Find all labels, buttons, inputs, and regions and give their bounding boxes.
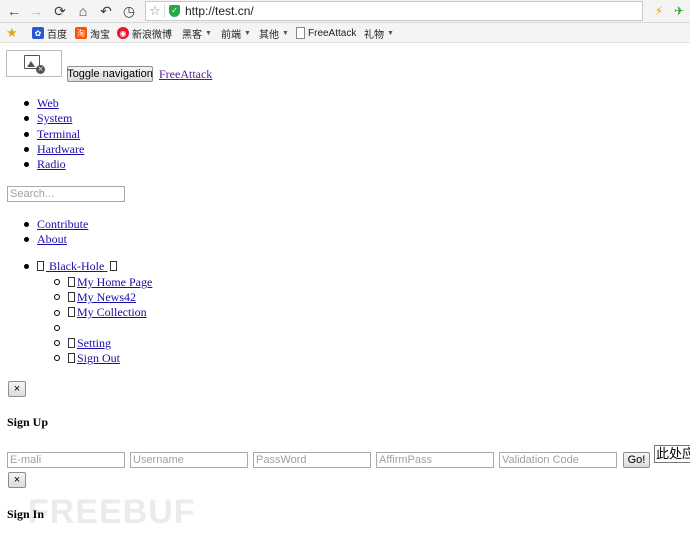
weibo-icon: ◉: [117, 27, 129, 39]
go-button[interactable]: Go!: [623, 452, 650, 468]
list-circle: [54, 279, 60, 285]
list-bullet: [24, 101, 29, 106]
search-input[interactable]: Search...: [7, 186, 125, 202]
list-bullet: [24, 237, 29, 242]
bookmark-label: 其他: [259, 29, 279, 41]
list-circle: [54, 340, 60, 346]
bookmark-folder-other[interactable]: 其他 ▼: [259, 26, 289, 41]
history-clock-icon[interactable]: ◷: [119, 1, 139, 21]
chevron-down-icon: ▼: [387, 29, 394, 37]
lightning-icon[interactable]: ⚡: [650, 2, 668, 20]
extension-icon[interactable]: ✈: [670, 2, 688, 20]
bookmark-label: 新浪微博: [132, 29, 172, 41]
nav-link-radio[interactable]: Radio: [37, 157, 66, 172]
chevron-down-icon: ▼: [244, 29, 251, 37]
bookmark-folder-gift[interactable]: 礼物 ▼: [364, 26, 394, 41]
secure-shield-icon: ✓: [169, 5, 180, 17]
list-bullet: [24, 132, 29, 137]
nav-link-hardware[interactable]: Hardware: [37, 142, 84, 157]
broken-logo-image[interactable]: ×: [6, 50, 62, 77]
bookmarks-bar: ★ ✿ 百度 淘 淘宝 ◉ 新浪微博 黑客 ▼ 前端 ▼ 其他 ▼ FreeAt…: [0, 23, 690, 43]
menu-item-label: My Home Page: [77, 275, 153, 289]
validation-code-field[interactable]: Validation Code: [499, 452, 617, 468]
menu-item-sign-out[interactable]: Sign Out: [68, 351, 120, 366]
star-icon: [68, 307, 75, 317]
forward-arrow-icon[interactable]: →: [26, 1, 46, 21]
error-badge-icon: ×: [36, 65, 45, 74]
bookmark-label: 礼物: [364, 29, 384, 41]
signin-title: Sign In: [7, 507, 45, 521]
undo-icon[interactable]: ↶: [96, 1, 116, 21]
list-bullet: [24, 147, 29, 152]
home-icon[interactable]: ⌂: [73, 1, 93, 21]
username-field[interactable]: Username: [130, 452, 248, 468]
list-circle: [54, 294, 60, 300]
page-icon: [296, 27, 305, 39]
menu-item-home-page[interactable]: My Home Page: [68, 275, 152, 290]
menu-divider: [54, 325, 60, 331]
password-field[interactable]: PassWord: [253, 452, 371, 468]
reload-icon[interactable]: ⟳: [50, 1, 70, 21]
browser-nav-bar: ← → ⟳ ⌂ ↶ ◷ ☆ ✓ http://test.cn/ ⚡ ✈: [0, 0, 690, 23]
list-bullet: [24, 162, 29, 167]
affirm-password-field[interactable]: AffirmPass: [376, 452, 494, 468]
user-icon: [37, 261, 44, 271]
menu-item-label: My Collection: [77, 305, 147, 319]
baidu-paw-icon: ✿: [32, 27, 44, 39]
chevron-down-icon: ▼: [205, 29, 212, 37]
about-link[interactable]: About: [37, 232, 67, 247]
contribute-link[interactable]: Contribute: [37, 217, 88, 232]
bookmark-label: 淘宝: [90, 29, 110, 41]
close-signin-button[interactable]: ×: [8, 472, 26, 488]
back-arrow-icon[interactable]: ←: [4, 1, 24, 21]
bookmark-baidu[interactable]: ✿ 百度: [32, 26, 67, 41]
menu-item-label: Setting: [77, 336, 112, 350]
url-text[interactable]: http://test.cn/: [185, 4, 254, 18]
bookmark-freeattack[interactable]: FreeAttack: [296, 26, 356, 40]
signup-title: Sign Up: [7, 415, 49, 429]
list-circle: [54, 355, 60, 361]
list-bullet: [24, 116, 29, 121]
email-field[interactable]: E-mali: [7, 452, 125, 468]
bookmark-weibo[interactable]: ◉ 新浪微博: [117, 26, 172, 41]
nav-link-system[interactable]: System: [37, 111, 72, 126]
bookmark-folder-frontend[interactable]: 前端 ▼: [221, 26, 251, 41]
sign-out-icon: [68, 353, 75, 363]
watermark: FREEBUF: [28, 493, 196, 531]
user-menu-label: Black-Hole: [49, 259, 105, 273]
menu-item-setting[interactable]: Setting: [68, 336, 111, 351]
home-icon: [68, 277, 75, 287]
list-circle: [54, 310, 60, 316]
user-menu-toggle[interactable]: Black-Hole: [37, 259, 119, 274]
bookmark-star-icon[interactable]: ☆: [146, 3, 164, 19]
address-bar[interactable]: ☆ ✓ http://test.cn/: [145, 1, 643, 21]
taobao-icon: 淘: [75, 27, 87, 39]
bookmark-label: 百度: [47, 29, 67, 41]
chevron-down-icon: ▼: [282, 29, 289, 37]
validation-image-placeholder: 此处应: [654, 445, 690, 463]
menu-item-collection[interactable]: My Collection: [68, 305, 147, 320]
list-bullet: [24, 222, 29, 227]
bookmark-label: 前端: [221, 29, 241, 41]
bookmark-taobao[interactable]: 淘 淘宝: [75, 26, 110, 41]
list-bullet: [24, 264, 29, 269]
caret-icon: [110, 261, 118, 271]
gear-icon: [68, 338, 75, 348]
bookmark-label: FreeAttack: [308, 27, 357, 39]
nav-link-terminal[interactable]: Terminal: [37, 127, 80, 142]
nav-link-web[interactable]: Web: [37, 96, 59, 111]
bookmark-folder-hacker[interactable]: 黑客 ▼: [182, 26, 212, 41]
menu-item-news[interactable]: My News42: [68, 290, 136, 305]
brand-link[interactable]: FreeAttack: [159, 67, 212, 82]
news-icon: [68, 292, 75, 302]
address-divider: [164, 4, 165, 18]
menu-item-label: Sign Out: [77, 351, 121, 365]
bookmark-label: 黑客: [182, 29, 202, 41]
close-signup-button[interactable]: ×: [8, 381, 26, 397]
toggle-navigation-button[interactable]: Toggle navigation: [67, 66, 153, 82]
favorites-star-icon[interactable]: ★: [6, 25, 18, 41]
menu-item-label: My News42: [77, 290, 136, 304]
